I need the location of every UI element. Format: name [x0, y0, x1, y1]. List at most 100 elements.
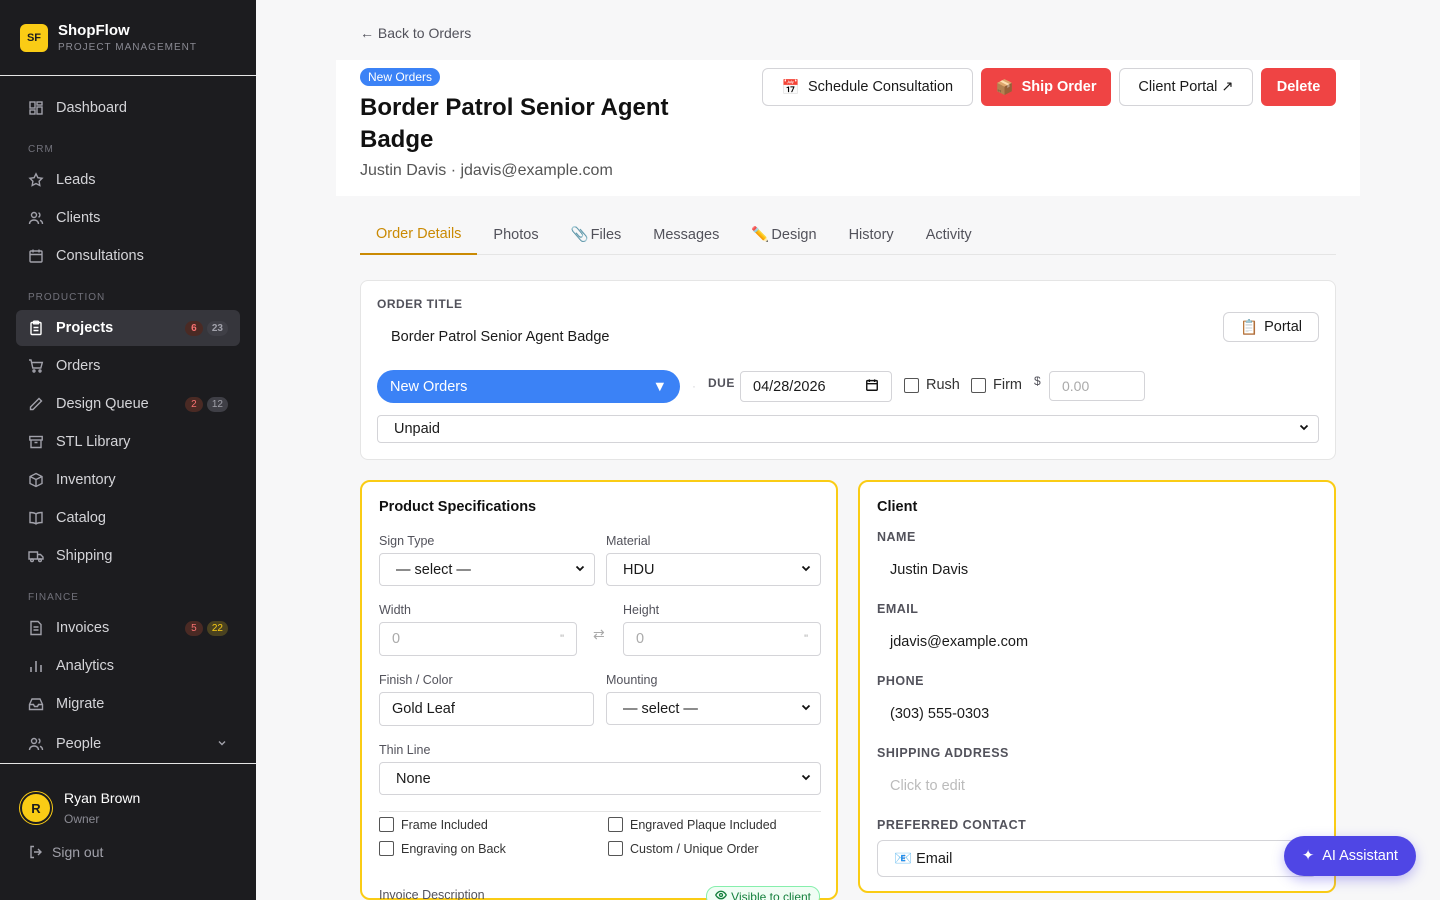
avatar: R: [20, 792, 52, 824]
sidebar-item-label: Design Queue: [56, 396, 149, 412]
price-input[interactable]: 0.00: [1049, 371, 1145, 401]
sidebar-item-clients[interactable]: Clients: [16, 200, 240, 236]
ai-assistant-button[interactable]: ✦ AI Assistant: [1284, 836, 1416, 876]
sidebar-item-leads[interactable]: Leads: [16, 162, 240, 198]
sidebar-item-stl-library[interactable]: STL Library: [16, 424, 240, 460]
ship-order-button[interactable]: 📦 Ship Order: [981, 68, 1111, 106]
client-portal-button[interactable]: Client Portal ↗: [1119, 68, 1253, 106]
sidebar-item-inventory[interactable]: Inventory: [16, 462, 240, 498]
client-portal-label: Client Portal ↗: [1138, 79, 1234, 95]
caret-down-icon: ▼: [652, 378, 667, 395]
nav-section-production: PRODUCTION: [28, 292, 106, 303]
shipping-address-field[interactable]: Click to edit: [890, 778, 965, 794]
thin-line-value: None: [396, 770, 431, 787]
visible-badge-label: Visible to client: [731, 889, 811, 900]
user-role: Owner: [64, 812, 100, 826]
chevron-down-icon: [574, 562, 586, 578]
sign-type-label: Sign Type: [379, 534, 435, 548]
client-phone-field[interactable]: (303) 555-0303: [890, 706, 989, 722]
sidebar-item-orders[interactable]: Orders: [16, 348, 240, 384]
engraving-back-checkbox[interactable]: Engraving on Back: [379, 841, 506, 856]
status-select[interactable]: New Orders ▼: [377, 370, 680, 403]
sign-out-button[interactable]: Sign out: [0, 826, 256, 878]
panel-title: Client: [877, 499, 918, 515]
inch-unit: ": [804, 633, 808, 645]
custom-order-checkbox[interactable]: Custom / Unique Order: [608, 841, 759, 856]
ship-order-label: Ship Order: [1021, 79, 1097, 95]
mounting-select[interactable]: — select —: [606, 692, 821, 725]
sidebar-item-invoices[interactable]: Invoices 5 22: [16, 610, 240, 646]
tab-files[interactable]: 📎 Files: [555, 214, 638, 255]
swap-dimensions-icon[interactable]: ⇄: [593, 626, 605, 643]
sidebar-item-people[interactable]: People: [16, 726, 240, 762]
order-title-field[interactable]: Border Patrol Senior Agent Badge: [391, 329, 609, 345]
nav-section-finance: FINANCE: [28, 592, 79, 603]
sidebar-item-shipping[interactable]: Shipping: [16, 538, 240, 574]
sidebar-item-label: Leads: [56, 172, 96, 188]
tab-history[interactable]: History: [833, 214, 910, 255]
portal-button[interactable]: 📋 Portal: [1223, 312, 1319, 342]
firm-checkbox[interactable]: Firm: [971, 377, 1022, 393]
chevron-down-icon: [800, 771, 812, 787]
due-date-input[interactable]: 04/28/2026: [740, 371, 892, 402]
invoices-count-badge: 22: [206, 620, 228, 636]
sign-out-label: Sign out: [52, 844, 104, 860]
schedule-consultation-button[interactable]: 📅 Schedule Consultation: [762, 68, 973, 106]
brand: SF ShopFlow PROJECT MANAGEMENT: [0, 0, 256, 76]
preferred-contact-value: Email: [916, 850, 953, 867]
document-icon: [28, 620, 44, 636]
thin-line-select[interactable]: None: [379, 762, 821, 795]
engraved-plaque-checkbox[interactable]: Engraved Plaque Included: [608, 817, 777, 832]
client-email-field[interactable]: jdavis@example.com: [890, 634, 1028, 650]
sidebar-item-projects[interactable]: Projects 6 23: [16, 310, 240, 346]
cart-icon: [28, 358, 44, 374]
finish-color-input[interactable]: Gold Leaf: [379, 692, 594, 726]
invoices-overdue-badge: 5: [184, 620, 203, 636]
width-label: Width: [379, 603, 411, 617]
sidebar-item-label: People: [56, 736, 102, 752]
brand-logo: SF: [20, 23, 48, 52]
sidebar-item-consultations[interactable]: Consultations: [16, 238, 240, 274]
package-icon: 📦: [995, 79, 1014, 96]
sidebar-item-label: Inventory: [56, 472, 116, 488]
sidebar-item-dashboard[interactable]: Dashboard: [16, 90, 240, 126]
checkbox-box: [379, 817, 394, 832]
pencil-icon: ✏️: [751, 227, 770, 243]
user-profile[interactable]: R Ryan Brown Owner: [0, 764, 256, 826]
width-input[interactable]: 0 ": [379, 622, 577, 656]
checkbox-box: [904, 377, 919, 393]
frame-included-checkbox[interactable]: Frame Included: [379, 817, 488, 832]
inch-unit: ": [560, 633, 564, 645]
tab-label: Order Details: [376, 225, 462, 242]
star-icon: [28, 172, 44, 188]
brand-subtitle: PROJECT MANAGEMENT: [58, 42, 197, 53]
tab-design[interactable]: ✏️ Design: [735, 214, 832, 255]
back-to-orders-link[interactable]: ← Back to Orders: [360, 25, 471, 41]
sidebar-item-label: Catalog: [56, 510, 106, 526]
users-icon: [28, 210, 44, 226]
tab-activity[interactable]: Activity: [910, 214, 988, 255]
payment-status-select[interactable]: Unpaid: [377, 415, 1319, 443]
page-subtitle: Justin Davis · jdavis@example.com: [360, 162, 613, 179]
separator-dot: ·: [692, 379, 696, 393]
sidebar-item-design-queue[interactable]: Design Queue 2 12: [16, 386, 240, 422]
client-name-field[interactable]: Justin Davis: [890, 562, 968, 578]
rush-checkbox[interactable]: Rush: [904, 377, 960, 393]
sign-type-select[interactable]: — select —: [379, 553, 595, 586]
delete-button[interactable]: Delete: [1261, 68, 1336, 106]
sidebar-item-catalog[interactable]: Catalog: [16, 500, 240, 536]
tab-label: Photos: [493, 226, 539, 243]
tab-photos[interactable]: Photos: [477, 214, 554, 255]
sidebar-item-label: Clients: [56, 210, 101, 226]
order-summary-card: ORDER TITLE Border Patrol Senior Agent B…: [360, 280, 1336, 460]
tab-order-details[interactable]: Order Details: [360, 214, 478, 255]
bar-chart-icon: [28, 658, 44, 674]
tab-messages[interactable]: Messages: [637, 214, 735, 255]
preferred-contact-select[interactable]: 📧 Email: [877, 840, 1317, 877]
clipboard-icon: [28, 320, 44, 336]
sidebar-item-migrate[interactable]: Migrate: [16, 686, 240, 722]
height-input[interactable]: 0 ": [623, 622, 821, 656]
material-select[interactable]: HDU: [606, 553, 821, 586]
sidebar-item-analytics[interactable]: Analytics: [16, 648, 240, 684]
design-urgent-badge: 2: [184, 396, 203, 412]
